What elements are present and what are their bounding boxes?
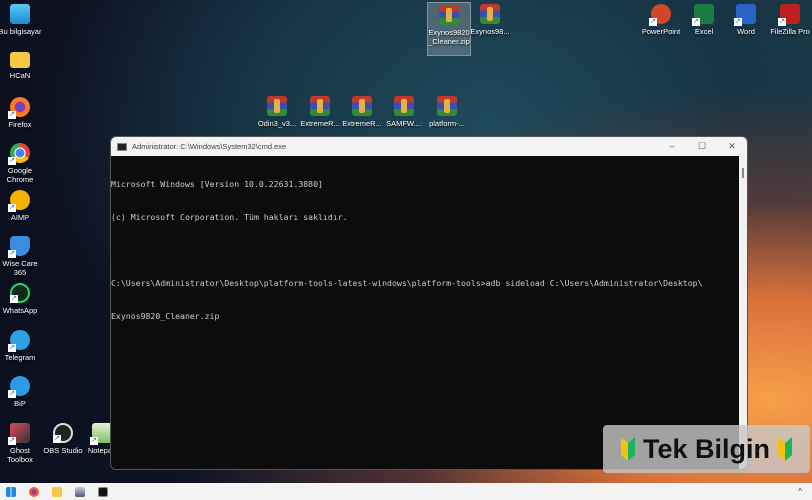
desktop-icon-this-pc[interactable]: Bu bilgisayar <box>0 4 42 36</box>
desktop-icon-extremer-2[interactable]: ExtremeR... <box>340 96 384 128</box>
desktop-icon-hcan[interactable]: HCaN <box>0 52 42 80</box>
close-button[interactable]: ✕ <box>717 141 747 152</box>
icon-label: Wise Care 365 <box>2 259 37 277</box>
icon-label: ExtremeR... <box>342 119 382 128</box>
whatsapp-icon <box>10 283 30 303</box>
desktop-icon-odin3[interactable]: Odin3_v3... <box>255 96 299 128</box>
taskbar: ^ <box>0 483 812 500</box>
bip-icon <box>10 376 30 396</box>
desktop-icon-aimp[interactable]: AIMP <box>0 190 42 222</box>
desktop-icon-bip[interactable]: BiP <box>0 376 42 408</box>
winrar-archive-icon <box>267 96 287 116</box>
winrar-archive-icon <box>310 96 330 116</box>
desktop-icon-telegram[interactable]: Telegram <box>0 330 42 362</box>
start-icon[interactable] <box>6 487 16 497</box>
desktop-icon-exynos-zip-selected[interactable]: Exynos9820_Cleaner.zip <box>427 2 471 56</box>
icon-label: WhatsApp <box>3 306 38 315</box>
desktop-icon-ghost-toolbox[interactable]: Ghost Toolbox <box>0 423 42 464</box>
icon-label: HCaN <box>10 71 30 80</box>
icon-label: SAMFW.... <box>386 119 422 128</box>
icon-label: PowerPoint <box>642 27 680 36</box>
firefox-taskbar-icon[interactable] <box>29 487 39 497</box>
obs-icon <box>53 423 73 443</box>
filezilla-icon <box>780 4 800 24</box>
console-line: C:\Users\Administrator\Desktop\platform-… <box>111 278 747 289</box>
winrar-archive-icon <box>437 96 457 116</box>
icon-label: FileZilla Pro <box>770 27 810 36</box>
console-line <box>111 245 747 256</box>
desktop-icon-extremer-1[interactable]: ExtremeR... <box>298 96 342 128</box>
notepad-icon <box>92 423 112 443</box>
winrar-archive-icon <box>480 4 500 24</box>
icon-label: AIMP <box>11 213 29 222</box>
desktop-icon-exynos-2[interactable]: Exynos98... <box>468 4 512 36</box>
word-icon <box>736 4 756 24</box>
icon-label: ExtremeR... <box>300 119 340 128</box>
watermark-text: Tek Bilgin <box>643 434 770 465</box>
file-explorer-icon[interactable] <box>52 487 62 497</box>
winrar-archive-icon <box>394 96 414 116</box>
winrar-archive-icon <box>439 5 459 25</box>
app-taskbar-icon[interactable] <box>75 487 85 497</box>
winrar-archive-icon <box>352 96 372 116</box>
shield-icon <box>10 236 30 256</box>
beginner-leaf-icon <box>778 437 792 461</box>
icon-label: Ghost Toolbox <box>7 446 33 464</box>
icon-label: Excel <box>695 27 713 36</box>
icon-label: Word <box>737 27 755 36</box>
cmd-taskbar-icon[interactable] <box>98 487 108 497</box>
console-line: Microsoft Windows [Version 10.0.22631.38… <box>111 179 747 190</box>
title-bar[interactable]: Administrator: C:\Windows\System32\cmd.e… <box>111 137 747 156</box>
scrollbar[interactable] <box>739 156 747 469</box>
icon-label: Telegram <box>5 353 36 362</box>
firefox-icon <box>10 97 30 117</box>
aimp-icon <box>10 190 30 210</box>
icon-label: Firefox <box>9 120 32 129</box>
window-title: Administrator: C:\Windows\System32\cmd.e… <box>132 142 286 151</box>
console-line: Exynos9820_Cleaner.zip <box>111 311 747 322</box>
tray-overflow-button[interactable]: ^ <box>798 487 802 496</box>
minimize-button[interactable]: – <box>657 141 687 152</box>
telegram-icon <box>10 330 30 350</box>
icon-label: Exynos9820_Cleaner.zip <box>428 28 470 46</box>
desktop-icon-wise-care[interactable]: Wise Care 365 <box>0 236 42 277</box>
icon-label: Exynos98... <box>470 27 509 36</box>
icon-label: Google Chrome <box>7 166 34 184</box>
icon-label: Bu bilgisayar <box>0 27 41 36</box>
console-line: (c) Microsoft Corporation. Tüm hakları s… <box>111 212 747 223</box>
chrome-icon <box>10 143 30 163</box>
desktop-icon-filezilla[interactable]: FileZilla Pro <box>767 4 812 36</box>
desktop-icon-platform-tools[interactable]: platform-... <box>425 96 469 128</box>
beginner-leaf-icon <box>621 437 635 461</box>
icon-label: OBS Studio <box>43 446 82 455</box>
monitor-icon <box>10 4 30 24</box>
desktop-icon-obs[interactable]: OBS Studio <box>41 423 85 455</box>
desktop-icon-firefox[interactable]: Firefox <box>0 97 42 129</box>
excel-icon <box>694 4 714 24</box>
icon-label: platform-... <box>429 119 465 128</box>
maximize-button[interactable]: ☐ <box>687 141 717 152</box>
scrollbar-thumb[interactable] <box>742 168 744 178</box>
desktop-icon-samfw[interactable]: SAMFW.... <box>382 96 426 128</box>
desktop-icon-powerpoint[interactable]: PowerPoint <box>639 4 683 36</box>
cmd-window[interactable]: Administrator: C:\Windows\System32\cmd.e… <box>110 136 748 470</box>
powerpoint-icon <box>651 4 671 24</box>
desktop-icon-chrome[interactable]: Google Chrome <box>0 143 42 184</box>
cmd-icon <box>117 143 127 151</box>
folder-icon <box>10 52 30 68</box>
watermark: Tek Bilgin <box>603 425 810 473</box>
desktop-icon-whatsapp[interactable]: WhatsApp <box>0 283 42 315</box>
ghost-toolbox-icon <box>10 423 30 443</box>
console-output[interactable]: Microsoft Windows [Version 10.0.22631.38… <box>111 156 747 344</box>
desktop-icon-word[interactable]: Word <box>724 4 768 36</box>
icon-label: Odin3_v3... <box>258 119 296 128</box>
desktop-icon-excel[interactable]: Excel <box>682 4 726 36</box>
icon-label: BiP <box>14 399 26 408</box>
